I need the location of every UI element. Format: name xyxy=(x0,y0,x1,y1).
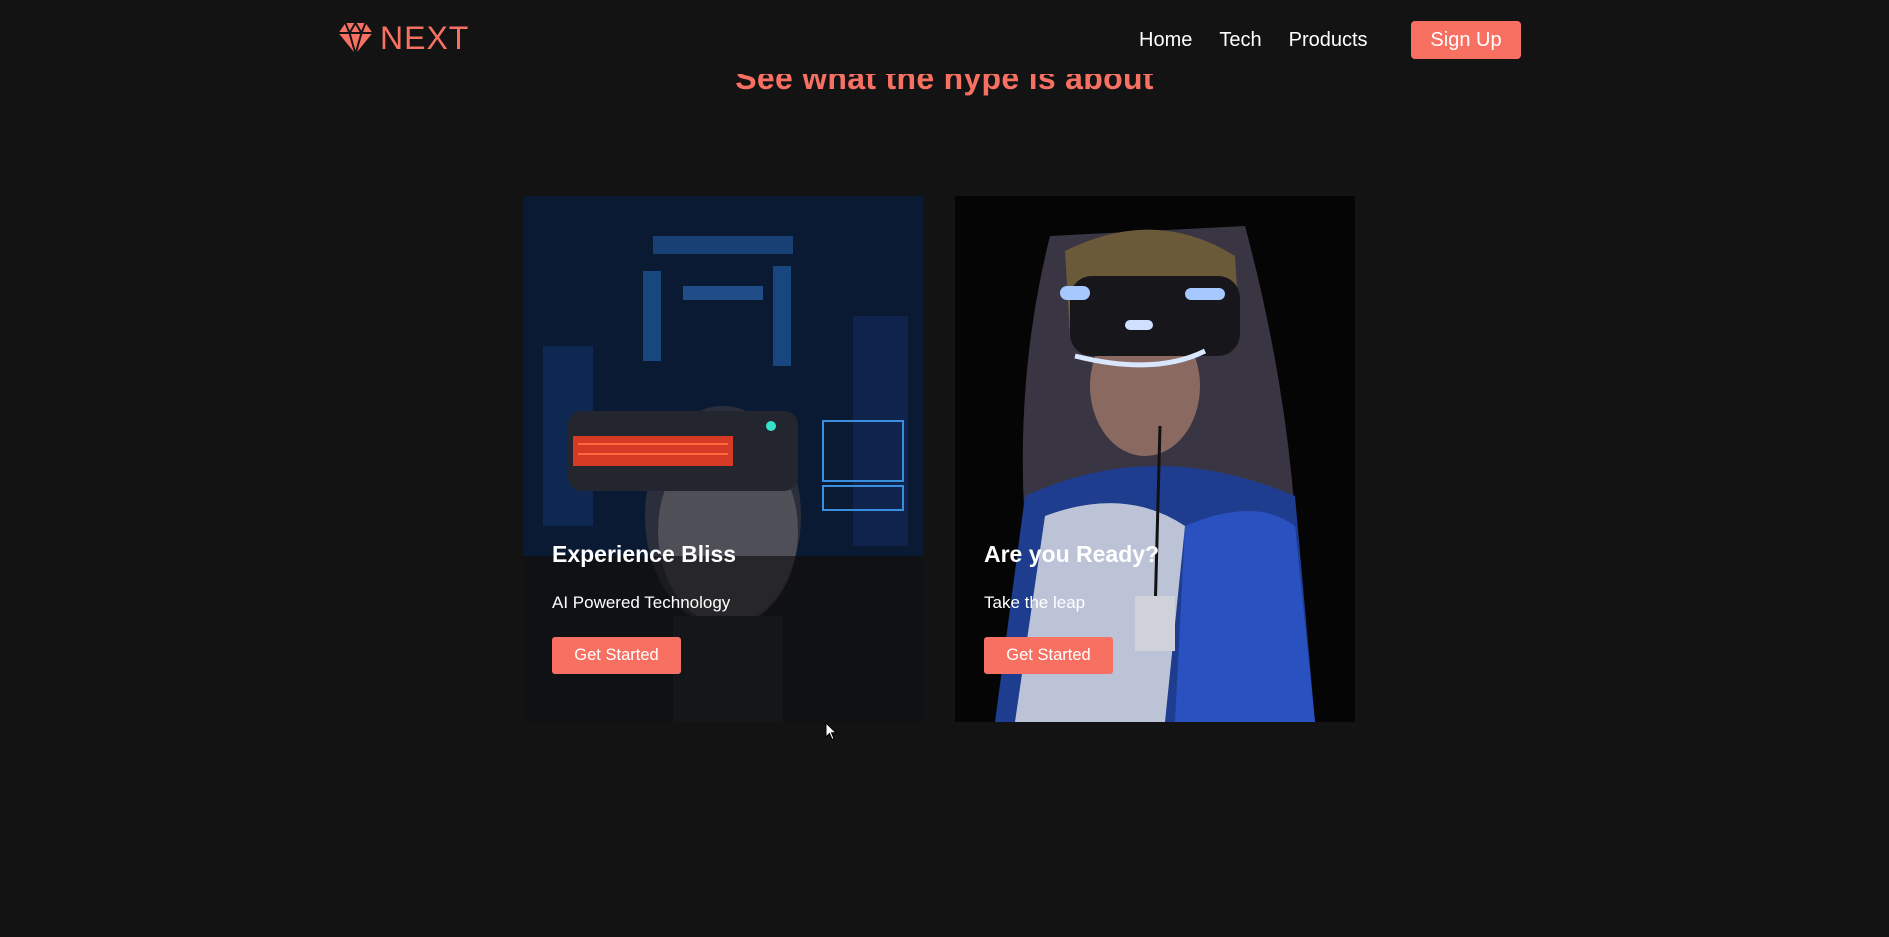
navbar: NEXT Home Tech Products Sign Up xyxy=(0,0,1889,74)
get-started-button[interactable]: Get Started xyxy=(984,637,1113,674)
diamond-icon xyxy=(338,21,373,56)
mouse-cursor-icon xyxy=(825,722,837,741)
card-title: Are you Ready? xyxy=(984,541,1160,567)
card-title: Experience Bliss xyxy=(552,541,737,567)
card-are-you-ready: Are you Ready? Take the leap Get Started xyxy=(955,196,1355,722)
get-started-button[interactable]: Get Started xyxy=(552,637,681,674)
card-description: AI Powered Technology xyxy=(552,593,731,612)
nav-links: Home Tech Products xyxy=(1139,20,1395,60)
page: See what the hype is about Experience Bl… xyxy=(0,0,1889,937)
card-content: Experience Bliss AI Powered Technology G… xyxy=(552,541,736,674)
nav-link-products[interactable]: Products xyxy=(1289,29,1368,52)
card-content: Are you Ready? Take the leap Get Started xyxy=(984,541,1159,674)
nav-link-home[interactable]: Home xyxy=(1139,29,1192,52)
card-experience-bliss: Experience Bliss AI Powered Technology G… xyxy=(523,196,923,722)
nav-link-tech[interactable]: Tech xyxy=(1219,29,1261,52)
brand-name: NEXT xyxy=(380,19,470,56)
card-description: Take the leap xyxy=(984,593,1086,612)
brand-logo[interactable]: NEXT xyxy=(337,18,469,58)
sign-up-button[interactable]: Sign Up xyxy=(1411,21,1521,59)
